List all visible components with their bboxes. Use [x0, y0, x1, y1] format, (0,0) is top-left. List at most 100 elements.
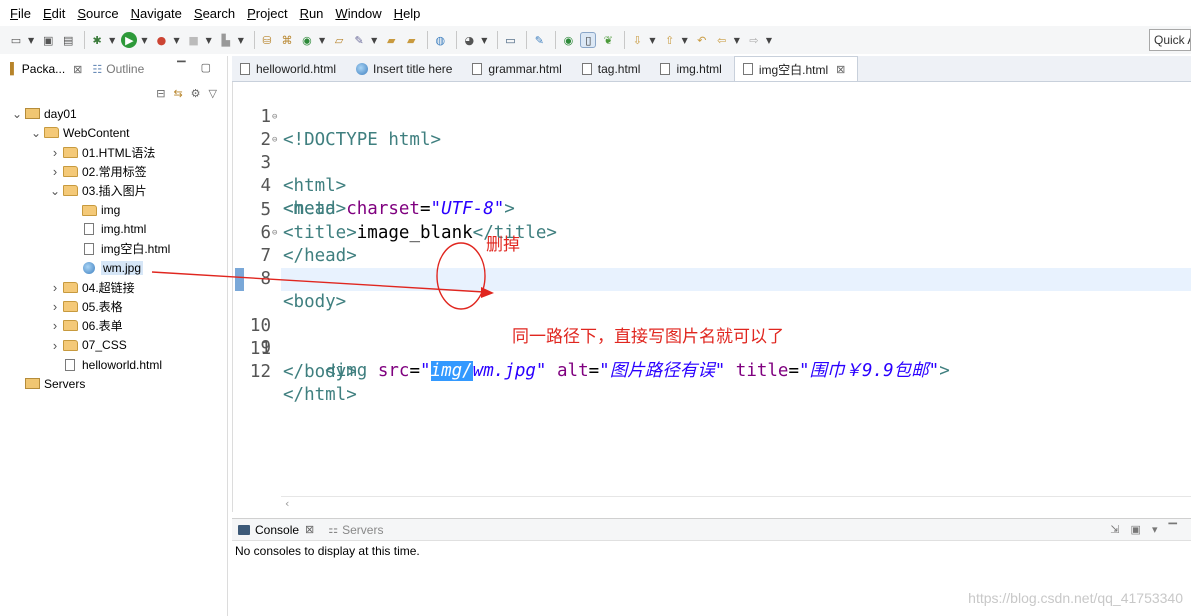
tree-item[interactable]: img.html: [0, 220, 227, 239]
search-dropdown-icon[interactable]: ▼: [481, 36, 487, 45]
tab-package-explorer[interactable]: ▌ Packa... ⊠: [10, 62, 82, 76]
server-icon[interactable]: ▙: [218, 32, 234, 48]
tree-item[interactable]: helloworld.html: [0, 355, 227, 374]
menu-window[interactable]: Window: [335, 6, 381, 21]
fold-toggle-icon[interactable]: ⊖: [272, 222, 277, 245]
code-line-3[interactable]: 3 ⊖ <head>: [233, 129, 1191, 219]
new-class-dropdown-icon[interactable]: ▼: [319, 36, 325, 45]
code-line-7[interactable]: 7 ⊖ <body>: [233, 222, 1191, 312]
annotation-icon[interactable]: ▭: [502, 32, 518, 48]
forward-icon[interactable]: ⇨: [746, 32, 762, 48]
open-folder2-icon[interactable]: ▰: [403, 32, 419, 48]
editor-tab[interactable]: tag.html: [574, 56, 653, 81]
editor-tab[interactable]: helloworld.html: [232, 56, 348, 81]
browser-icon[interactable]: ◍: [432, 32, 448, 48]
external-tools-icon[interactable]: ●: [153, 32, 169, 48]
horizontal-scrollbar[interactable]: ‹: [281, 496, 1191, 512]
new-dropdown-icon[interactable]: ▼: [28, 36, 34, 45]
collapse-all-icon[interactable]: ⊟: [156, 87, 165, 100]
new-web-project-icon[interactable]: ⛁: [259, 32, 275, 48]
menu-edit[interactable]: Edit: [43, 6, 65, 21]
collapsed-chevron-icon[interactable]: ›: [48, 145, 62, 160]
tree-item[interactable]: › 04.超链接: [0, 278, 227, 297]
tree-item[interactable]: › 05.表格: [0, 297, 227, 316]
leaf-icon[interactable]: ❦: [600, 32, 616, 48]
tree-item[interactable]: img: [0, 200, 227, 219]
last-edit-icon[interactable]: ↶: [694, 32, 710, 48]
back-dropdown-icon[interactable]: ▼: [734, 36, 740, 45]
open-folder-icon[interactable]: ▰: [383, 32, 399, 48]
forward-dropdown-icon[interactable]: ▼: [766, 36, 772, 45]
code-line-2[interactable]: 2 ⊖ <html>: [233, 106, 1191, 196]
expanded-chevron-icon[interactable]: ⌄: [29, 126, 43, 140]
menu-navigate[interactable]: Navigate: [131, 6, 182, 21]
tree-item[interactable]: › 01.HTML语法: [0, 143, 227, 162]
code-line-8[interactable]: 8: [233, 245, 1191, 289]
tab-console[interactable]: Console ⊠: [238, 523, 314, 537]
prev-annotation-icon[interactable]: ⇧: [662, 32, 678, 48]
editor-tab[interactable]: img空白.html ⊠: [733, 56, 859, 81]
tree-item[interactable]: › 07_CSS: [0, 336, 227, 355]
back-icon[interactable]: ⇦: [714, 32, 730, 48]
editor-tab[interactable]: img.html: [652, 56, 733, 81]
server-dropdown-icon[interactable]: ▼: [238, 36, 244, 45]
close-icon[interactable]: ⊠: [305, 523, 314, 536]
fold-toggle-icon[interactable]: ⊖: [272, 129, 277, 152]
prev-annotation-dropdown-icon[interactable]: ▼: [682, 36, 688, 45]
spring-icon[interactable]: ◉: [560, 32, 576, 48]
tree-item[interactable]: › 02.常用标签: [0, 162, 227, 181]
code-line-5[interactable]: 5 <title>image_blank</title>: [233, 176, 1191, 243]
external-tools-dropdown-icon[interactable]: ▼: [173, 36, 179, 45]
pen-icon[interactable]: ✎: [531, 32, 547, 48]
toggle-block-icon[interactable]: ▯: [580, 32, 597, 48]
menu-source[interactable]: Source: [77, 6, 118, 21]
menu-project[interactable]: Project: [247, 6, 287, 21]
selected-text[interactable]: img/: [430, 361, 473, 381]
open-type-icon[interactable]: ▱: [331, 32, 347, 48]
stop-icon[interactable]: ■: [186, 32, 202, 48]
search-icon[interactable]: ◕: [461, 32, 477, 48]
close-icon[interactable]: ⊠: [836, 63, 845, 76]
expanded-chevron-icon[interactable]: ⌄: [10, 107, 24, 121]
run-icon[interactable]: ▶: [121, 32, 138, 48]
editor-tab[interactable]: grammar.html: [464, 56, 573, 81]
code-editor[interactable]: 1 <!DOCTYPE html> 2 ⊖ <html> 3 ⊖ <head> …: [232, 82, 1191, 512]
new-package-icon[interactable]: ⌘: [279, 32, 295, 48]
tree-item[interactable]: ⌄ 03.插入图片: [0, 181, 227, 200]
debug-dropdown-icon[interactable]: ▼: [109, 36, 115, 45]
code-line-1[interactable]: 1 <!DOCTYPE html>: [233, 83, 1191, 150]
next-annotation-icon[interactable]: ⇩: [629, 32, 645, 48]
tab-outline[interactable]: ☷ Outline: [92, 62, 144, 76]
collapsed-chevron-icon[interactable]: ›: [48, 164, 62, 179]
quick-access-input[interactable]: Quick Access: [1149, 29, 1191, 51]
open-task-dropdown-icon[interactable]: ▼: [371, 36, 377, 45]
next-annotation-dropdown-icon[interactable]: ▼: [649, 36, 655, 45]
scroll-left-icon[interactable]: ‹: [285, 497, 289, 510]
filter-icon[interactable]: ⚙: [191, 87, 201, 100]
open-task-icon[interactable]: ✎: [351, 32, 367, 48]
menu-search[interactable]: Search: [194, 6, 235, 21]
console-toolbar[interactable]: ⇲ ▣ ▾ ▔: [1110, 523, 1181, 536]
new-class-icon[interactable]: ◉: [299, 32, 315, 48]
menu-help[interactable]: Help: [394, 6, 421, 21]
expanded-chevron-icon[interactable]: ⌄: [48, 184, 62, 198]
editor-tab[interactable]: Insert title here: [348, 56, 464, 81]
collapsed-chevron-icon[interactable]: ›: [48, 299, 62, 314]
tree-item[interactable]: › 06.表单: [0, 316, 227, 335]
code-line-10[interactable]: 10: [233, 292, 1191, 336]
menu-file[interactable]: File: [10, 6, 31, 21]
new-icon[interactable]: ▭: [8, 32, 24, 48]
tab-servers[interactable]: ⚏ Servers: [328, 523, 383, 537]
tree-item[interactable]: ⌄ WebContent: [0, 123, 227, 142]
view-menu-icon[interactable]: ▽: [209, 87, 217, 100]
tree-item[interactable]: wm.jpg: [0, 258, 227, 277]
save-icon[interactable]: ▣: [40, 32, 56, 48]
fold-toggle-icon[interactable]: ⊖: [272, 106, 277, 129]
collapsed-chevron-icon[interactable]: ›: [48, 280, 62, 295]
run-dropdown-icon[interactable]: ▼: [141, 36, 147, 45]
code-line-9[interactable]: 9 <img src="img/wm.jpg" alt="图片路径有误" tit…: [233, 268, 1191, 381]
debug-icon[interactable]: ✱: [89, 32, 105, 48]
collapsed-chevron-icon[interactable]: ›: [48, 338, 62, 353]
link-editor-icon[interactable]: ⇆: [173, 87, 182, 100]
code-line-6[interactable]: 6 </head>: [233, 199, 1191, 266]
